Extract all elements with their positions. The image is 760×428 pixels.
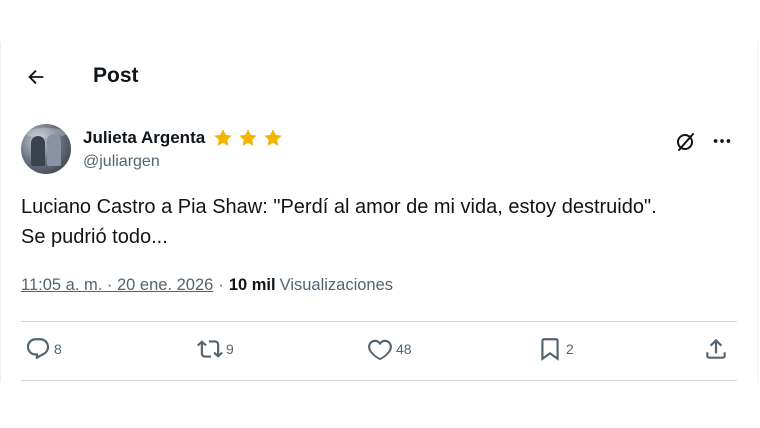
repost-icon <box>197 340 223 358</box>
author-name[interactable]: Julieta Argenta <box>83 127 205 149</box>
star-icon <box>211 126 235 150</box>
bookmark-button[interactable]: 2 <box>537 336 574 362</box>
reply-icon <box>26 338 50 360</box>
star-icon <box>261 126 285 150</box>
grok-icon <box>677 133 694 151</box>
meta-separator: · <box>218 276 224 294</box>
post-frame: Post Julieta Argenta @juliargen Luciano … <box>0 42 758 382</box>
page-title: Post <box>93 64 139 87</box>
more-button[interactable] <box>707 126 737 156</box>
author-stars <box>211 126 285 150</box>
bookmark-count: 2 <box>566 341 574 357</box>
back-arrow-icon <box>28 69 44 85</box>
avatar[interactable] <box>21 124 71 174</box>
bookmark-icon <box>541 338 559 361</box>
star-icon <box>236 126 260 150</box>
more-icon <box>713 139 731 143</box>
action-bar: 8 9 48 2 <box>21 322 737 380</box>
repost-count: 9 <box>226 341 234 357</box>
back-button[interactable] <box>19 60 53 94</box>
share-icon <box>706 338 726 359</box>
author-handle[interactable]: @juliargen <box>83 152 160 172</box>
share-button[interactable] <box>703 336 729 362</box>
repost-button[interactable]: 9 <box>197 336 234 362</box>
views-count: 10 mil <box>228 276 276 294</box>
grok-button[interactable] <box>671 126 701 156</box>
author-row: Julieta Argenta @juliargen <box>21 124 737 176</box>
divider <box>21 380 737 381</box>
like-count: 48 <box>396 341 412 357</box>
like-icon <box>368 339 392 361</box>
reply-count: 8 <box>54 341 62 357</box>
tweet-text-line: Se pudrió todo... <box>21 226 168 248</box>
tweet-meta: 11:05 a. m. · 20 ene. 2026 · 10 mil Visu… <box>21 274 393 296</box>
post-header: Post <box>1 42 757 108</box>
like-button[interactable]: 48 <box>367 336 412 362</box>
tweet-text: Luciano Castro a Pia Shaw: "Perdí al amo… <box>21 192 741 252</box>
tweet-timestamp[interactable]: 11:05 a. m. · 20 ene. 2026 <box>21 274 213 296</box>
views-label: Visualizaciones <box>279 276 394 294</box>
reply-button[interactable]: 8 <box>25 336 62 362</box>
tweet-text-line: Luciano Castro a Pia Shaw: "Perdí al amo… <box>21 196 657 218</box>
author-name-line: Julieta Argenta <box>83 126 285 150</box>
